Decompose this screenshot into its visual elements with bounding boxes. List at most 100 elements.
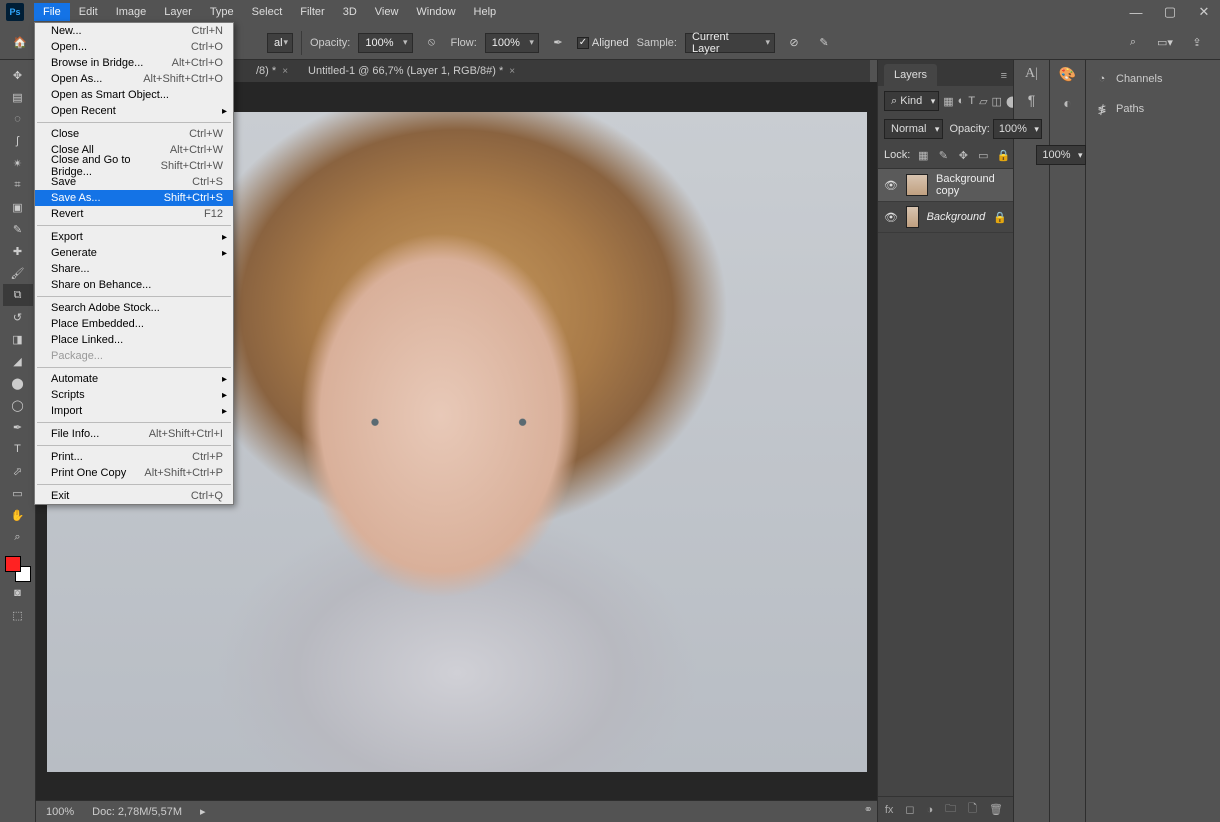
menu-item[interactable]: Automate: [35, 371, 233, 387]
quickmask-icon[interactable]: ◙: [3, 582, 33, 604]
opacity-value[interactable]: 100%: [358, 33, 412, 53]
pressure-size-icon[interactable]: ✎: [813, 32, 835, 54]
ignore-adj-icon[interactable]: ⊘: [783, 32, 805, 54]
layer-fx-icon[interactable]: fx: [885, 804, 894, 816]
search-icon[interactable]: ⌕: [1122, 32, 1144, 54]
tool-marquee[interactable]: ◌: [3, 108, 33, 130]
share-icon[interactable]: ⇪: [1186, 32, 1208, 54]
arrange-icon[interactable]: ▭▾: [1154, 32, 1176, 54]
lock-all-icon[interactable]: 🔒: [996, 149, 1010, 162]
tool-dodge[interactable]: ◯: [3, 394, 33, 416]
tool-brush[interactable]: 🖌: [3, 262, 33, 284]
menu-item[interactable]: Open...Ctrl+O: [35, 39, 233, 55]
menu-edit[interactable]: Edit: [70, 3, 107, 21]
menu-item[interactable]: SaveCtrl+S: [35, 174, 233, 190]
tool-path[interactable]: ⬀: [3, 460, 33, 482]
menu-window[interactable]: Window: [407, 3, 464, 21]
layer-row[interactable]: 👁Background copy: [878, 169, 1013, 202]
tool-eraser[interactable]: ◨: [3, 328, 33, 350]
home-icon[interactable]: 🏠: [8, 31, 32, 55]
menu-item[interactable]: Open Recent: [35, 103, 233, 119]
menu-item[interactable]: Scripts: [35, 387, 233, 403]
group-icon[interactable]: 🗀: [945, 800, 956, 819]
filter-pixel-icon[interactable]: ▦: [943, 93, 953, 109]
menu-item[interactable]: Share...: [35, 261, 233, 277]
menu-item[interactable]: Generate: [35, 245, 233, 261]
tool-blur[interactable]: ⬤: [3, 372, 33, 394]
menu-type[interactable]: Type: [201, 3, 243, 21]
document-tab[interactable]: Untitled-1 @ 66,7% (Layer 1, RGB/8#) *×: [298, 62, 525, 80]
new-layer-icon[interactable]: 🗋: [968, 800, 977, 819]
menu-item[interactable]: Open As...Alt+Shift+Ctrl+O: [35, 71, 233, 87]
menu-item[interactable]: Print One CopyAlt+Shift+Ctrl+P: [35, 465, 233, 481]
lock-transparency-icon[interactable]: ▦: [916, 149, 930, 162]
visibility-icon[interactable]: 👁: [884, 179, 898, 192]
menu-item[interactable]: Browse in Bridge...Alt+Ctrl+O: [35, 55, 233, 71]
adjustment-layer-icon[interactable]: ◑: [927, 804, 934, 816]
menu-item[interactable]: New...Ctrl+N: [35, 23, 233, 39]
layers-tab[interactable]: Layers: [884, 64, 937, 86]
menu-help[interactable]: Help: [465, 3, 506, 21]
panel-menu-icon[interactable]: ≡: [995, 66, 1013, 86]
tool-crop[interactable]: ⌗: [3, 174, 33, 196]
filter-type-icon[interactable]: T: [968, 93, 975, 109]
tool-shape[interactable]: ▭: [3, 482, 33, 504]
filter-shape-icon[interactable]: ▱: [979, 93, 987, 109]
delete-layer-icon[interactable]: 🗑: [989, 803, 1003, 816]
tool-clone[interactable]: ⧉: [3, 284, 33, 306]
menu-file[interactable]: File: [34, 3, 70, 21]
tool-wand[interactable]: ✴: [3, 152, 33, 174]
character-panel-icon[interactable]: A|: [1025, 66, 1038, 82]
menu-item[interactable]: Place Linked...: [35, 332, 233, 348]
menu-item[interactable]: RevertF12: [35, 206, 233, 222]
menu-item[interactable]: Place Embedded...: [35, 316, 233, 332]
pressure-opacity-icon[interactable]: ⦸: [421, 32, 443, 54]
layer-opacity[interactable]: 100%: [993, 119, 1042, 139]
menu-select[interactable]: Select: [243, 3, 292, 21]
paragraph-panel-icon[interactable]: ¶: [1028, 92, 1036, 108]
menu-item[interactable]: Save As...Shift+Ctrl+S: [35, 190, 233, 206]
menu-item[interactable]: ExitCtrl+Q: [35, 488, 233, 504]
menu-item[interactable]: CloseCtrl+W: [35, 126, 233, 142]
color-panel-icon[interactable]: 🎨: [1059, 66, 1076, 83]
blend-mode-dropdown[interactable]: Normal: [884, 119, 943, 139]
tool-eyedrop[interactable]: ✎: [3, 218, 33, 240]
menu-layer[interactable]: Layer: [155, 3, 201, 21]
link-layers-icon[interactable]: ⚭: [864, 803, 873, 816]
minimize-icon[interactable]: —: [1128, 4, 1144, 20]
visibility-icon[interactable]: 👁: [884, 211, 898, 224]
tool-healing[interactable]: ✚: [3, 240, 33, 262]
tool-zoom[interactable]: ⌕: [3, 526, 33, 548]
channels-panel-btn[interactable]: ◔Channels: [1092, 68, 1214, 90]
menu-item[interactable]: Open as Smart Object...: [35, 87, 233, 103]
tool-artboard[interactable]: ▤: [3, 86, 33, 108]
tool-move[interactable]: ✥: [3, 64, 33, 86]
zoom-level[interactable]: 100%: [46, 806, 74, 818]
close-tab-icon[interactable]: ×: [509, 66, 515, 77]
menu-item[interactable]: Search Adobe Stock...: [35, 300, 233, 316]
menu-item[interactable]: Import: [35, 403, 233, 419]
filter-kind-dropdown[interactable]: ⌕ Kind: [884, 91, 939, 111]
adjust-panel-icon[interactable]: ◐: [1063, 95, 1071, 111]
close-tab-icon[interactable]: ×: [282, 66, 288, 77]
menu-image[interactable]: Image: [107, 3, 156, 21]
brush-preset-dropdown[interactable]: al: [267, 33, 293, 53]
maximize-icon[interactable]: ▢: [1162, 4, 1178, 20]
menu-3d[interactable]: 3D: [334, 3, 366, 21]
menu-item[interactable]: File Info...Alt+Shift+Ctrl+I: [35, 426, 233, 442]
lock-artboard-icon[interactable]: ▭: [976, 149, 990, 162]
tool-lasso[interactable]: ʃ: [3, 130, 33, 152]
menu-item[interactable]: Close and Go to Bridge...Shift+Ctrl+W: [35, 158, 233, 174]
tool-type[interactable]: T: [3, 438, 33, 460]
menu-item[interactable]: Share on Behance...: [35, 277, 233, 293]
color-swatch[interactable]: [5, 556, 31, 582]
menu-item[interactable]: Print...Ctrl+P: [35, 449, 233, 465]
document-tab[interactable]: /8) *×: [246, 62, 298, 80]
layer-fill[interactable]: 100%: [1036, 145, 1085, 165]
tool-history[interactable]: ↺: [3, 306, 33, 328]
tool-gradient[interactable]: ◢: [3, 350, 33, 372]
paths-panel-btn[interactable]: ≸Paths: [1092, 98, 1214, 120]
lock-position-icon[interactable]: ✥: [956, 149, 970, 162]
sample-dropdown[interactable]: Current Layer: [685, 33, 775, 53]
filter-adjust-icon[interactable]: ◐: [958, 93, 965, 109]
